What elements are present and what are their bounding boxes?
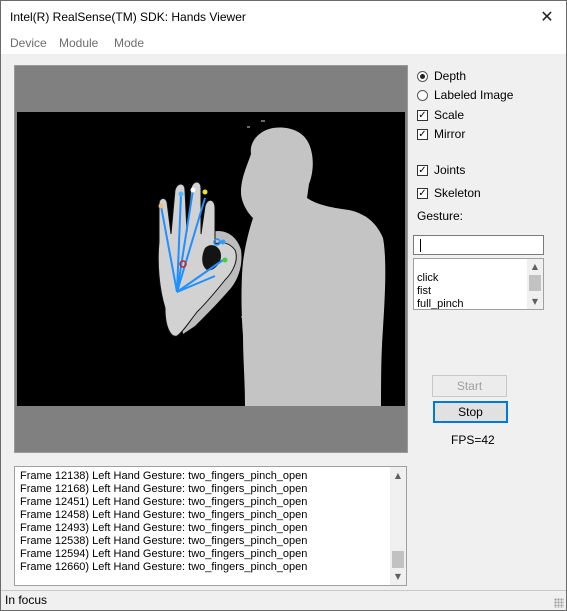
log-line: Frame 12168) Left Hand Gesture: two_fing…: [20, 483, 308, 495]
menu-bar: Device Module Mode: [1, 32, 566, 54]
log-line: Frame 12451) Left Hand Gesture: two_fing…: [20, 496, 308, 508]
scroll-thumb[interactable]: [392, 551, 404, 568]
skeleton-checkbox[interactable]: ✓ Skeleton: [417, 185, 481, 201]
gesture-list-item[interactable]: click: [417, 272, 463, 285]
gesture-list-item[interactable]: fist: [417, 285, 463, 298]
depth-radio[interactable]: Depth: [417, 68, 466, 84]
resize-grip-icon[interactable]: [554, 598, 564, 608]
mirror-checkbox[interactable]: ✓ Mirror: [417, 126, 465, 142]
arrow-down-icon[interactable]: ▼: [527, 295, 543, 308]
checkmark-icon: ✓: [417, 109, 428, 121]
log-line: Frame 12138) Left Hand Gesture: two_fing…: [20, 470, 308, 482]
gesture-list[interactable]: click fist full_pinch ▲ ▼: [413, 258, 544, 310]
depth-label: Depth: [434, 69, 467, 83]
gesture-list-scrollbar[interactable]: ▲ ▼: [527, 259, 543, 309]
scroll-thumb[interactable]: [529, 275, 541, 291]
gesture-log[interactable]: Frame 12138) Left Hand Gesture: two_fing…: [14, 466, 407, 586]
skeleton-label: Skeleton: [434, 186, 481, 200]
window-title: Intel(R) RealSense(TM) SDK: Hands Viewer: [10, 10, 246, 24]
status-bar: In focus: [1, 590, 566, 610]
close-icon[interactable]: ✕: [528, 1, 566, 32]
checkmark-icon: ✓: [417, 128, 428, 140]
menu-module[interactable]: Module: [59, 36, 98, 50]
gesture-label: Gesture:: [417, 209, 464, 223]
arrow-down-icon[interactable]: ▼: [390, 570, 406, 583]
arrow-up-icon[interactable]: ▲: [390, 469, 406, 482]
log-line: Frame 12594) Left Hand Gesture: two_fing…: [20, 548, 308, 560]
log-scrollbar[interactable]: ▲ ▼: [390, 467, 406, 585]
text-caret: [420, 239, 421, 252]
gesture-list-item[interactable]: full_pinch: [417, 298, 463, 309]
status-text: In focus: [5, 593, 48, 607]
labeled-image-label: Labeled Image: [434, 88, 514, 102]
menu-mode[interactable]: Mode: [114, 36, 144, 50]
gesture-input[interactable]: [413, 235, 544, 255]
depth-image: [15, 66, 407, 452]
menu-device[interactable]: Device: [10, 36, 47, 50]
checkmark-icon: ✓: [417, 164, 428, 176]
title-bar: Intel(R) RealSense(TM) SDK: Hands Viewer…: [1, 1, 566, 32]
stop-button[interactable]: Stop: [433, 401, 508, 423]
mirror-label: Mirror: [434, 127, 466, 141]
depth-view: [14, 65, 408, 453]
fps-readout: FPS=42: [451, 433, 495, 447]
checkmark-icon: ✓: [417, 187, 428, 199]
joints-label: Joints: [434, 163, 466, 177]
log-line: Frame 12538) Left Hand Gesture: two_fing…: [20, 535, 308, 547]
joints-checkbox[interactable]: ✓ Joints: [417, 162, 465, 178]
labeled-image-radio[interactable]: Labeled Image: [417, 87, 513, 103]
hands-viewer-window: Intel(R) RealSense(TM) SDK: Hands Viewer…: [0, 0, 567, 611]
start-button[interactable]: Start: [432, 375, 507, 397]
log-line: Frame 12660) Left Hand Gesture: two_fing…: [20, 561, 308, 573]
scale-checkbox[interactable]: ✓ Scale: [417, 107, 464, 123]
log-line: Frame 12458) Left Hand Gesture: two_fing…: [20, 509, 308, 521]
radio-indicator: [417, 89, 428, 101]
scale-label: Scale: [434, 108, 465, 122]
arrow-up-icon[interactable]: ▲: [527, 260, 543, 273]
log-line: Frame 12493) Left Hand Gesture: two_fing…: [20, 522, 308, 534]
radio-indicator: [417, 70, 428, 82]
